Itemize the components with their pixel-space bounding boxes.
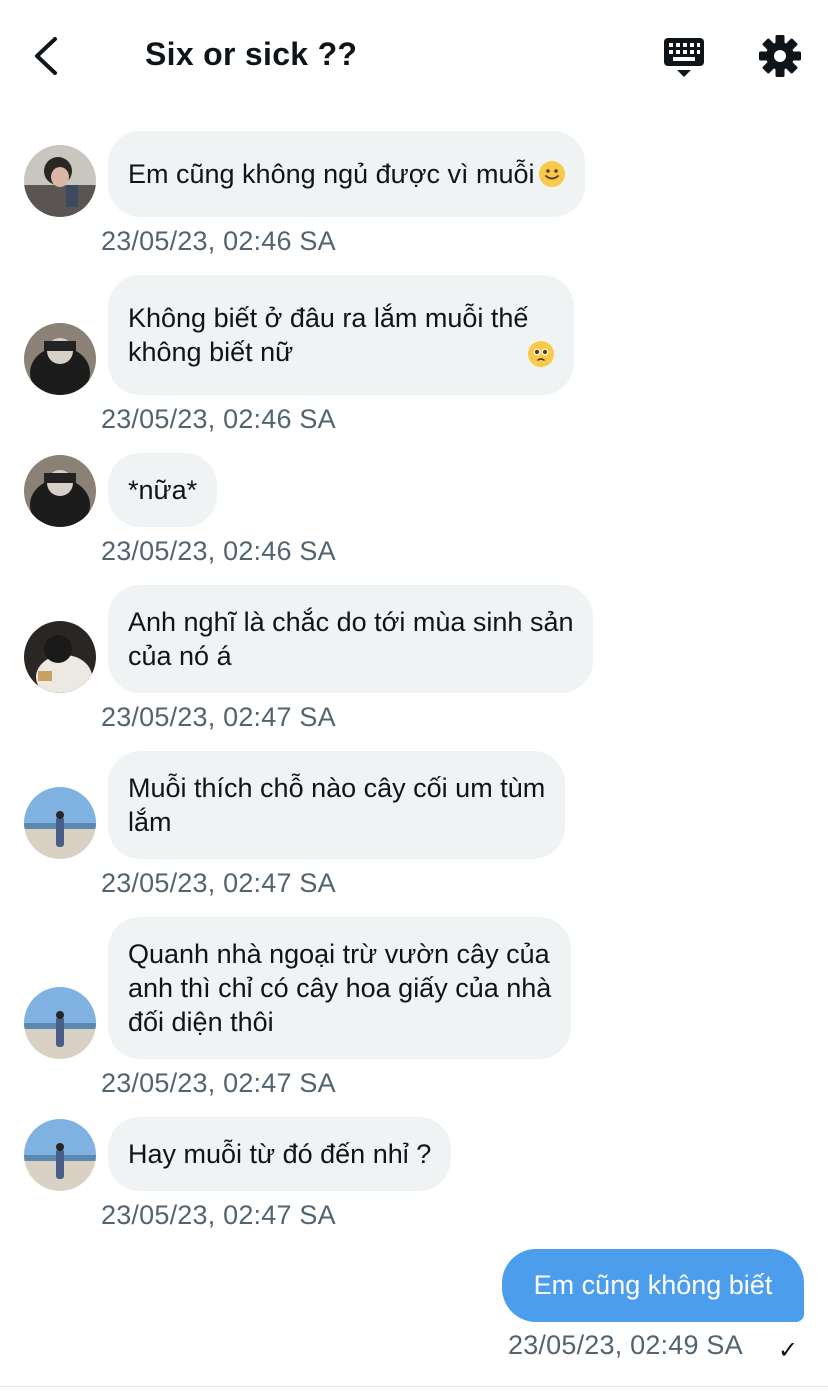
avatar[interactable] bbox=[24, 1119, 96, 1191]
sent-message-bubble[interactable]: Em cũng không biết bbox=[502, 1249, 804, 1322]
message-timestamp: 23/05/23, 02:46 SA bbox=[101, 536, 336, 566]
avatar[interactable] bbox=[24, 323, 96, 395]
message-text: Em cũng không ngủ được vì muỗi bbox=[128, 159, 535, 189]
back-button[interactable] bbox=[26, 34, 66, 78]
message-status-check: ✓ bbox=[778, 1337, 799, 1364]
message-text: Muỗi thích chỗ nào cây cối um tùm lắm bbox=[128, 773, 546, 837]
slightly-smiling-face-icon bbox=[538, 161, 565, 187]
divider bbox=[0, 1386, 828, 1387]
keyboard-button[interactable] bbox=[660, 34, 708, 82]
avatar[interactable] bbox=[24, 787, 96, 859]
message-timestamp: 23/05/23, 02:46 SA bbox=[101, 404, 336, 434]
message-bubble[interactable]: *nữa* bbox=[108, 453, 218, 527]
conversation-title[interactable]: Six or sick ?? bbox=[145, 36, 357, 73]
message-timestamp: 23/05/23, 02:47 SA bbox=[101, 702, 336, 732]
settings-button[interactable] bbox=[756, 32, 804, 80]
message-text: Quanh nhà ngoại trừ vườn cây của anh thì… bbox=[128, 939, 552, 1037]
message-text: *nữa* bbox=[128, 475, 198, 505]
keyboard-icon bbox=[664, 38, 704, 77]
gear-icon bbox=[759, 35, 801, 77]
message-bubble[interactable]: Anh nghĩ là chắc do tới mùa sinh sản của… bbox=[108, 585, 594, 693]
avatar[interactable] bbox=[24, 621, 96, 693]
message-text: Hay muỗi từ đó đến nhỉ ? bbox=[128, 1139, 432, 1169]
avatar[interactable] bbox=[24, 455, 96, 527]
message-timestamp: 23/05/23, 02:46 SA bbox=[101, 226, 336, 256]
message-text: Anh nghĩ là chắc do tới mùa sinh sản của… bbox=[128, 607, 574, 671]
message-bubble[interactable]: Quanh nhà ngoại trừ vườn cây của anh thì… bbox=[108, 917, 572, 1059]
message-bubble[interactable]: Không biết ở đâu ra lắm muỗi thế không b… bbox=[108, 275, 575, 395]
avatar[interactable] bbox=[24, 145, 96, 217]
message-text: Không biết ở đâu ra lắm muỗi thế không b… bbox=[128, 303, 529, 367]
chevron-left-icon bbox=[35, 37, 57, 75]
chat-header: Six or sick ?? bbox=[0, 0, 828, 112]
pleading-face-icon bbox=[528, 341, 555, 367]
message-bubble[interactable]: Em cũng không ngủ được vì muỗi bbox=[108, 131, 585, 217]
message-bubble[interactable]: Muỗi thích chỗ nào cây cối um tùm lắm bbox=[108, 751, 566, 859]
message-timestamp: 23/05/23, 02:47 SA bbox=[101, 1200, 336, 1230]
sent-message-timestamp: 23/05/23, 02:49 SA bbox=[508, 1330, 743, 1360]
message-timestamp: 23/05/23, 02:47 SA bbox=[101, 868, 336, 898]
sent-message-text: Em cũng không biết bbox=[533, 1270, 773, 1300]
message-timestamp: 23/05/23, 02:47 SA bbox=[101, 1068, 336, 1098]
message-bubble[interactable]: Hay muỗi từ đó đến nhỉ ? bbox=[108, 1117, 452, 1191]
avatar[interactable] bbox=[24, 987, 96, 1059]
